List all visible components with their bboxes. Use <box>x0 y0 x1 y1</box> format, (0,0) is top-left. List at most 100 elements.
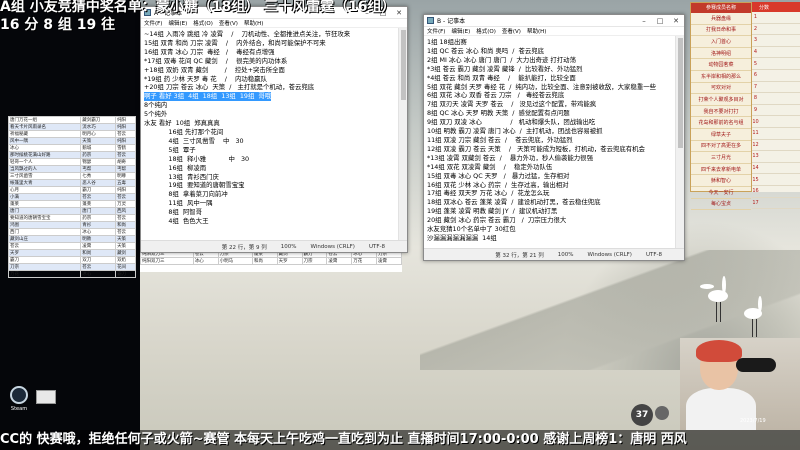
score-row: 4 <box>752 47 800 59</box>
ranking-row: 四千来去拿新电单 <box>691 164 751 176</box>
scrollbar-thumb[interactable] <box>401 30 406 100</box>
table-cell: 唐门万花一组 <box>7 116 82 124</box>
steam-icon <box>10 386 28 404</box>
notepad-window-b[interactable]: B - 记事本 – □ ✕ 文件(F) 编辑(E) 格式(O) 查看(V) 帮助(H) … <box>423 14 685 261</box>
text-line: 20组 藏剑 冰心 药宗 苍云 霸刀 / 刀宗压力很大 <box>427 216 567 225</box>
notepad-window-a[interactable]: A - 记事本 – □ ✕ 文件(F) 编辑(E) 格式(O) 查看(V) 帮助(H) … <box>140 6 408 253</box>
score-row-num: 10 <box>752 118 759 125</box>
table-row: 风中一隅 天策 纯阳 <box>7 137 136 145</box>
table-cell: 蓬莱 <box>7 200 82 208</box>
score-row: 5 <box>752 58 800 70</box>
menu-item[interactable]: 格式(O) <box>476 27 496 35</box>
table-row: 祈福秘藏 明月心 苍云 <box>7 130 136 138</box>
table-cell: 万花 <box>351 257 378 265</box>
table-cell: 丐帮 <box>115 165 136 173</box>
score-row: 10 <box>752 116 800 128</box>
table-cell: 明月心 <box>80 130 117 138</box>
status-field: UTF-8 <box>645 251 662 258</box>
menu-item[interactable]: 查看(V) <box>502 27 521 35</box>
text-line: 水友竞猜10个名单中了 30红包 <box>427 225 516 234</box>
menu-item[interactable]: 文件(F) <box>427 27 445 35</box>
score-row-num: 5 <box>753 60 758 67</box>
table-cell: 帐篷里大青 <box>7 179 82 187</box>
scrollbar-thumb[interactable] <box>678 38 683 148</box>
text-line: *17组 双毒 花间 QC 藏剑 / 很完美的内功体系 <box>144 56 288 65</box>
badge-decoration <box>655 406 669 420</box>
text-line: 16组 柳凌雨 <box>144 163 207 172</box>
ranking-panel: 参赛成员名称 兵器盘缘 打我日命和事 入门首心 洛神明绍 动物园茗菜 东半岸和相的那么 可欢… <box>690 2 752 211</box>
table-cell: 七秀 <box>80 172 117 180</box>
menu-item[interactable]: 编辑(E) <box>451 27 470 35</box>
table-row: 刀宗 苍云 花间 <box>7 263 136 271</box>
table-cell: 祈福秘藏 <box>7 130 82 138</box>
score-row-num: 8 <box>753 95 758 102</box>
table-cell: 心月 <box>7 186 82 194</box>
table-cell: 藏剑山庄 <box>7 235 82 243</box>
steam-icon-label: Steam <box>10 406 28 412</box>
notepad-text-area[interactable]: 1组 18组出赛 1组 QC 苍云 冰心 和尚 奥吗 / 苍云兜底 2组 MI 冰心… <box>424 36 675 248</box>
text-line: 1组 18组出赛 <box>427 38 467 46</box>
overlay-bottom-ticker: CC的 快赛哦，拒绝任何子或火箭~赛管 本每天上午吃鸡一直吃到为止 直播时间17… <box>0 430 800 450</box>
score-row-num: 7 <box>753 83 758 90</box>
ranking-row: 花岛和那前的名与组 <box>691 117 751 129</box>
table-cell: 丐帮 <box>80 165 117 173</box>
table-cell: 小满 <box>7 193 82 201</box>
text-line: 10组 明教 霸刀 凌霄 唐门 冰心 / 主打机动，团战也容易被抓 <box>427 127 603 136</box>
status-field: Windows (CRLF) <box>310 243 355 250</box>
vertical-scrollbar[interactable] <box>675 36 684 248</box>
crane-decoration <box>700 270 740 330</box>
text-line: 11组 双凌 刀宗 藏剑 苍云 / 苍云兜底，外功猛烈 <box>427 135 573 144</box>
webcam-hair <box>696 340 742 362</box>
table-cell: 要知道的唐朝雪宝宝 <box>7 214 82 222</box>
table-cell: 风中一隅 <box>7 137 82 145</box>
table-cell: 天策 <box>115 242 136 250</box>
status-field: 100% <box>280 243 297 250</box>
text-line: 16组 双青 冰心 刀宗 毒经 / 毒经有点增强 <box>144 47 275 56</box>
table-cell: 鸿图 <box>7 221 82 229</box>
table-cell: 苍云 <box>115 228 136 236</box>
table-row: 唐门 唐门 西风 <box>7 207 136 215</box>
desktop-shortcut-icon[interactable] <box>36 390 56 404</box>
table-cell: 霸刀 <box>7 256 82 264</box>
table-cell: 天罗 <box>276 257 303 265</box>
table-cell: 西风 <box>115 207 136 215</box>
microphone <box>736 358 776 372</box>
table-cell: 药宗 <box>80 151 117 159</box>
status-field: 100% <box>557 251 574 258</box>
text-line: *13组 凌霄 双藏剑 苍云 / 暴力外功，秒人偷袭能力很强 <box>427 153 593 162</box>
table-cell: 当风飘过的人 <box>7 165 82 173</box>
score-row-num: 11 <box>752 130 759 137</box>
table-cell: 苍云 <box>115 193 136 201</box>
table-cell: 天策 <box>80 137 117 145</box>
score-row: 17 <box>752 198 800 210</box>
text-line: 11组 风中一隅 <box>144 199 213 208</box>
table-row: 三寸风凿雪 七秀 明尊 <box>7 172 136 180</box>
ranking-row: 绿草夫子 <box>691 129 751 141</box>
table-cell: 胡奇 <box>115 158 136 166</box>
table-cell: 和尚 <box>115 221 136 229</box>
score-row: 16 <box>752 186 800 198</box>
text-line: *3组 苍云 霸刀 藏剑 凌霄 藏锋 / 比较看好、外功猛烈 <box>427 64 583 73</box>
text-line: ~14组 入雨冷 跳组 冷 凌霄 / 刀机动性、全都推进点关注，节狂攻来 <box>144 30 351 38</box>
table-cell: 刀宗 <box>7 263 82 271</box>
vertical-scrollbar[interactable] <box>398 28 407 240</box>
menu-item[interactable]: 帮助(H) <box>527 27 546 35</box>
text-line: 5个纯外 <box>144 110 168 119</box>
notepad-menu-bar: 文件(F) 编辑(E) 格式(O) 查看(V) 帮助(H) <box>424 27 684 36</box>
notepad-text-area[interactable]: ~14组 入雨冷 跳组 冷 凌霄 / 刀机动性、全都推进点关注，节狂攻来 15组 … <box>141 28 398 240</box>
score-row-num: 2 <box>753 25 758 32</box>
table-cell: 藏剑 <box>115 249 136 257</box>
score-row: 13 <box>752 151 800 163</box>
table-cell: 万花 <box>7 270 82 278</box>
text-line: 8个纯内 <box>144 101 168 110</box>
ranking-row: 洛神明绍 <box>691 48 751 60</box>
score-row-num: 13 <box>752 153 759 160</box>
steam-desktop-icon[interactable]: Steam <box>6 386 32 420</box>
score-row-num: 3 <box>753 37 758 44</box>
ranking-row: 可欢对对 <box>691 83 751 95</box>
text-line: 啊子 看好 3组 4组 18组 13组 19组 哥哦 <box>144 92 272 102</box>
table-cell: 看天卡片风雨录名 <box>7 123 82 131</box>
table-cell: 苍云 <box>115 130 136 138</box>
table-cell: 五毒 <box>115 179 136 187</box>
table-cell: 三寸风凿雪 <box>7 172 82 180</box>
